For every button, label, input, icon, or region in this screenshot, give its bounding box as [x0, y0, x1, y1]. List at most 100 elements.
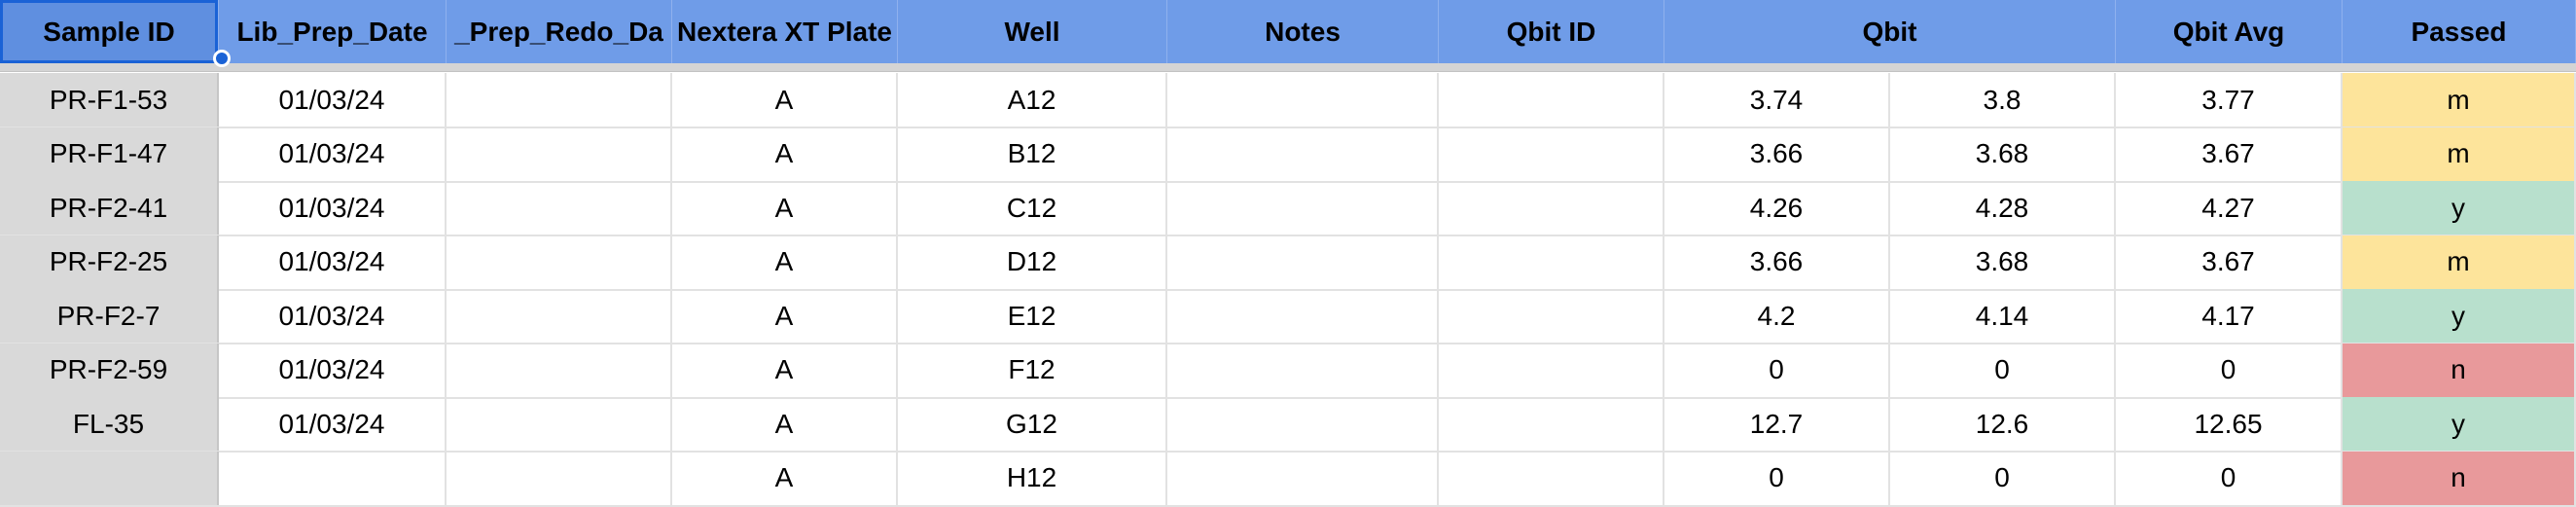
cell-well[interactable]: E12 [898, 289, 1167, 343]
header-qbit[interactable]: Qbit [1664, 0, 2116, 63]
cell-nextera-plate[interactable]: A [672, 181, 898, 235]
cell-qbit-id[interactable] [1439, 73, 1664, 127]
cell-nextera-plate[interactable]: A [672, 289, 898, 343]
cell-passed[interactable]: n [2343, 343, 2576, 397]
cell-passed[interactable]: y [2343, 289, 2576, 343]
cell-sample-id[interactable]: PR-F1-53 [0, 73, 219, 127]
cell-sample-id[interactable] [0, 451, 219, 505]
cell-lib-prep-date[interactable]: 01/03/24 [219, 289, 447, 343]
cell-nextera-plate[interactable]: A [672, 451, 898, 505]
cell-well[interactable]: D12 [898, 235, 1167, 289]
cell-lib-prep-date[interactable]: 01/03/24 [219, 73, 447, 127]
cell-qbit-id[interactable] [1439, 451, 1664, 505]
header-notes[interactable]: Notes [1167, 0, 1439, 63]
cell-qbit-2[interactable]: 12.6 [1890, 397, 2116, 451]
cell-qbit-1[interactable]: 3.66 [1664, 235, 1890, 289]
cell-lib-prep-redo-date[interactable] [447, 235, 672, 289]
cell-sample-id[interactable]: PR-F2-7 [0, 289, 219, 343]
cell-notes[interactable] [1167, 235, 1439, 289]
cell-qbit-id[interactable] [1439, 397, 1664, 451]
cell-lib-prep-date[interactable]: 01/03/24 [219, 127, 447, 181]
cell-qbit-2[interactable]: 3.68 [1890, 127, 2116, 181]
selection-handle[interactable] [213, 50, 231, 67]
cell-nextera-plate[interactable]: A [672, 343, 898, 397]
cell-nextera-plate[interactable]: A [672, 235, 898, 289]
cell-notes[interactable] [1167, 451, 1439, 505]
cell-notes[interactable] [1167, 181, 1439, 235]
cell-qbit-1[interactable]: 12.7 [1664, 397, 1890, 451]
header-qbit-avg[interactable]: Qbit Avg [2116, 0, 2343, 63]
header-well[interactable]: Well [898, 0, 1167, 63]
cell-lib-prep-date[interactable] [219, 451, 447, 505]
header-nextera-plate[interactable]: Nextera XT Plate [672, 0, 898, 63]
cell-well[interactable]: H12 [898, 451, 1167, 505]
cell-qbit-2[interactable]: 4.28 [1890, 181, 2116, 235]
cell-sample-id[interactable]: PR-F1-47 [0, 127, 219, 181]
cell-qbit-avg[interactable]: 0 [2116, 343, 2343, 397]
frozen-row-divider[interactable] [0, 63, 2576, 72]
cell-passed[interactable]: y [2343, 181, 2576, 235]
cell-qbit-avg[interactable]: 3.67 [2116, 235, 2343, 289]
cell-passed[interactable]: m [2343, 127, 2576, 181]
cell-notes[interactable] [1167, 127, 1439, 181]
cell-well[interactable]: C12 [898, 181, 1167, 235]
cell-qbit-2[interactable]: 3.8 [1890, 73, 2116, 127]
cell-passed[interactable]: y [2343, 397, 2576, 451]
cell-notes[interactable] [1167, 343, 1439, 397]
cell-qbit-avg[interactable]: 3.77 [2116, 73, 2343, 127]
cell-nextera-plate[interactable]: A [672, 397, 898, 451]
cell-qbit-2[interactable]: 0 [1890, 343, 2116, 397]
cell-lib-prep-redo-date[interactable] [447, 343, 672, 397]
header-passed[interactable]: Passed [2343, 0, 2576, 63]
cell-well[interactable]: B12 [898, 127, 1167, 181]
cell-qbit-id[interactable] [1439, 127, 1664, 181]
cell-qbit-id[interactable] [1439, 289, 1664, 343]
cell-qbit-avg[interactable]: 4.27 [2116, 181, 2343, 235]
cell-qbit-id[interactable] [1439, 235, 1664, 289]
header-lib-prep-date[interactable]: Lib_Prep_Date [219, 0, 447, 63]
cell-qbit-1[interactable]: 3.74 [1664, 73, 1890, 127]
cell-qbit-1[interactable]: 4.26 [1664, 181, 1890, 235]
cell-lib-prep-redo-date[interactable] [447, 181, 672, 235]
cell-lib-prep-date[interactable]: 01/03/24 [219, 235, 447, 289]
cell-qbit-avg[interactable]: 4.17 [2116, 289, 2343, 343]
cell-qbit-id[interactable] [1439, 343, 1664, 397]
cell-qbit-1[interactable]: 3.66 [1664, 127, 1890, 181]
cell-qbit-1[interactable]: 0 [1664, 343, 1890, 397]
header-lib-prep-redo-date[interactable]: _Prep_Redo_Da [447, 0, 672, 63]
cell-qbit-2[interactable]: 3.68 [1890, 235, 2116, 289]
cell-lib-prep-redo-date[interactable] [447, 289, 672, 343]
cell-passed[interactable]: n [2343, 451, 2576, 505]
cell-lib-prep-redo-date[interactable] [447, 127, 672, 181]
cell-qbit-2[interactable]: 4.14 [1890, 289, 2116, 343]
cell-notes[interactable] [1167, 73, 1439, 127]
cell-sample-id[interactable]: PR-F2-59 [0, 343, 219, 397]
cell-well[interactable]: F12 [898, 343, 1167, 397]
cell-notes[interactable] [1167, 397, 1439, 451]
cell-nextera-plate[interactable]: A [672, 73, 898, 127]
cell-lib-prep-redo-date[interactable] [447, 397, 672, 451]
cell-qbit-1[interactable]: 0 [1664, 451, 1890, 505]
cell-well[interactable]: A12 [898, 73, 1167, 127]
cell-qbit-1[interactable]: 4.2 [1664, 289, 1890, 343]
cell-passed[interactable]: m [2343, 73, 2576, 127]
cell-sample-id[interactable]: PR-F2-41 [0, 181, 219, 235]
cell-lib-prep-redo-date[interactable] [447, 73, 672, 127]
cell-qbit-avg[interactable]: 3.67 [2116, 127, 2343, 181]
cell-qbit-2[interactable]: 0 [1890, 451, 2116, 505]
header-sample-id[interactable]: Sample ID [0, 0, 219, 63]
cell-sample-id[interactable]: PR-F2-25 [0, 235, 219, 289]
cell-nextera-plate[interactable]: A [672, 127, 898, 181]
cell-sample-id[interactable]: FL-35 [0, 397, 219, 451]
cell-lib-prep-date[interactable]: 01/03/24 [219, 343, 447, 397]
cell-lib-prep-date[interactable]: 01/03/24 [219, 181, 447, 235]
cell-lib-prep-redo-date[interactable] [447, 451, 672, 505]
cell-qbit-avg[interactable]: 12.65 [2116, 397, 2343, 451]
header-qbit-id[interactable]: Qbit ID [1439, 0, 1664, 63]
cell-qbit-id[interactable] [1439, 181, 1664, 235]
cell-notes[interactable] [1167, 289, 1439, 343]
cell-passed[interactable]: m [2343, 235, 2576, 289]
cell-lib-prep-date[interactable]: 01/03/24 [219, 397, 447, 451]
cell-well[interactable]: G12 [898, 397, 1167, 451]
cell-qbit-avg[interactable]: 0 [2116, 451, 2343, 505]
